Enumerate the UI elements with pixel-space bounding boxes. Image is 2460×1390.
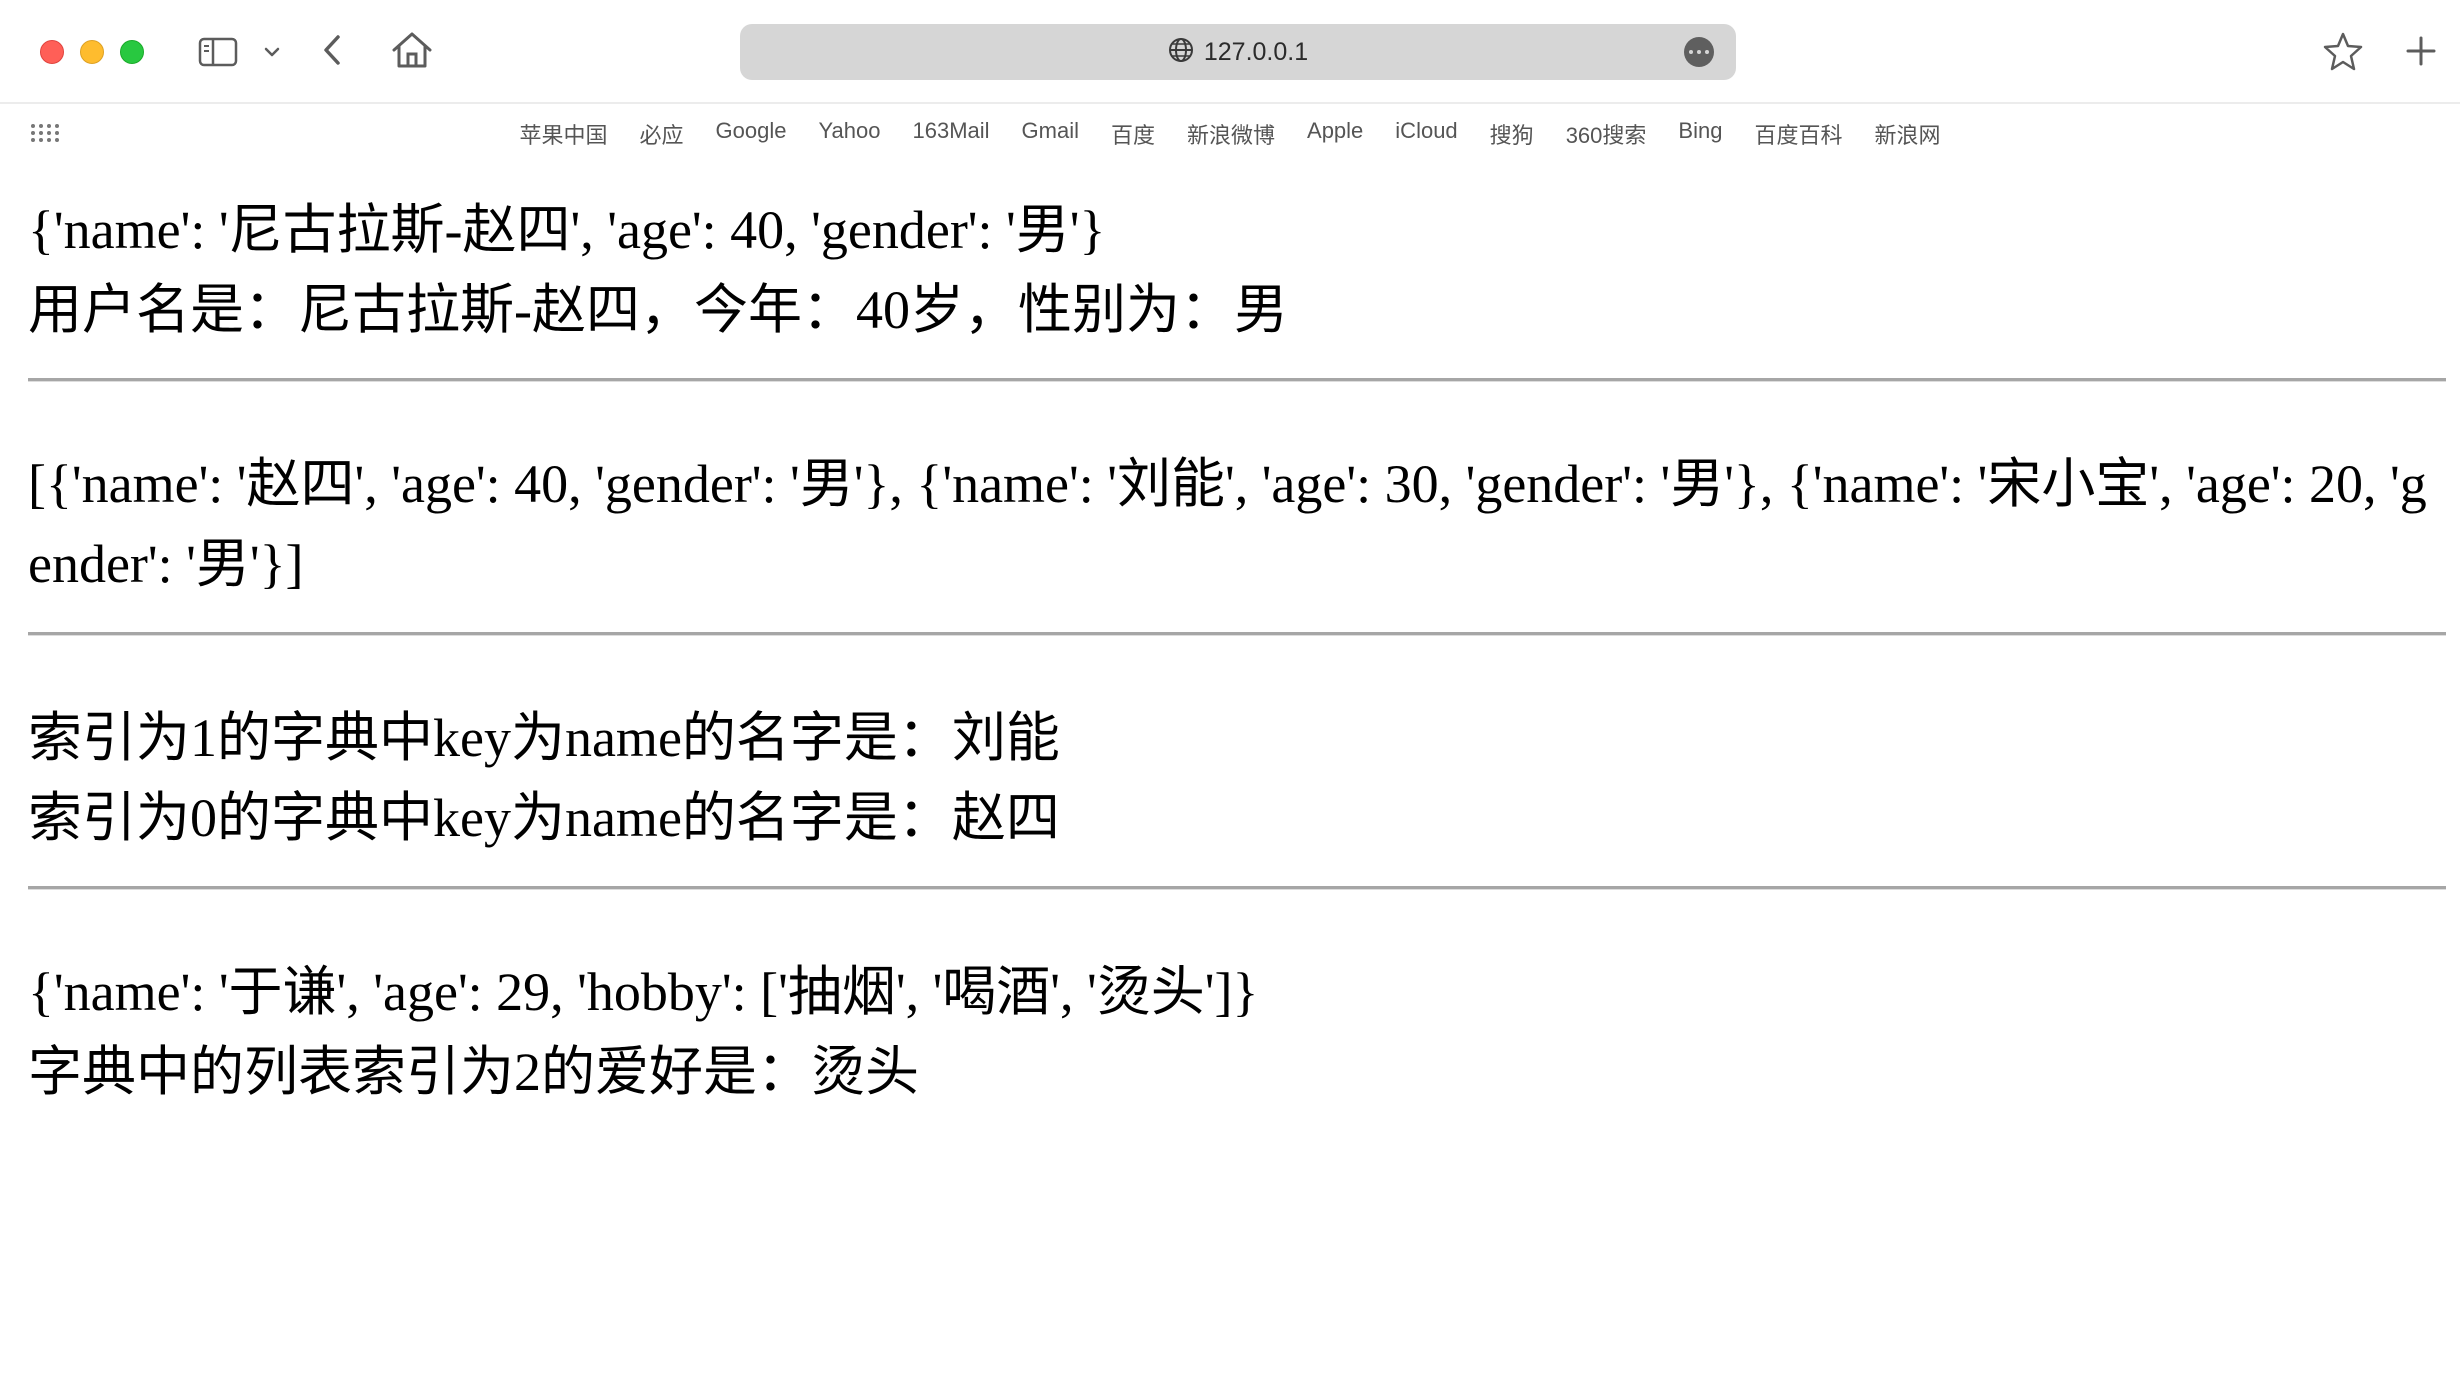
divider bbox=[28, 886, 2446, 890]
divider bbox=[28, 378, 2446, 382]
plus-icon[interactable] bbox=[2398, 28, 2444, 74]
globe-icon bbox=[1168, 37, 1194, 68]
star-icon[interactable] bbox=[2320, 28, 2366, 74]
zoom-window-button[interactable] bbox=[120, 40, 144, 64]
favorite-link[interactable]: 新浪微博 bbox=[1187, 118, 1275, 150]
address-bar[interactable]: 127.0.0.1 bbox=[740, 24, 1736, 80]
sidebar-icon[interactable] bbox=[196, 34, 240, 70]
favorite-link[interactable]: 搜狗 bbox=[1490, 118, 1534, 150]
favorite-link[interactable]: 百度 bbox=[1111, 118, 1155, 150]
browser-toolbar: 127.0.0.1 bbox=[0, 0, 2460, 104]
favorite-link[interactable]: 360搜索 bbox=[1566, 118, 1647, 150]
favorite-link[interactable]: 百度百科 bbox=[1754, 118, 1842, 150]
user-list-text: [{'name': '赵四', 'age': 40, 'gender': '男'… bbox=[28, 454, 2427, 594]
favorite-link[interactable]: 必应 bbox=[640, 118, 684, 150]
favorite-link[interactable]: Yahoo bbox=[819, 118, 881, 150]
favorites-list: 苹果中国 必应 Google Yahoo 163Mail Gmail 百度 新浪… bbox=[0, 118, 2460, 150]
divider bbox=[28, 632, 2446, 636]
page-content: {'name': '尼古拉斯-赵四', 'age': 40, 'gender':… bbox=[28, 190, 2446, 1112]
index-0-name-text: 索引为0的字典中key为name的名字是：赵四 bbox=[28, 788, 1060, 848]
home-icon[interactable] bbox=[388, 26, 436, 74]
favorite-link[interactable]: Apple bbox=[1307, 118, 1363, 150]
url-text: 127.0.0.1 bbox=[1203, 37, 1309, 66]
favorite-link[interactable]: Google bbox=[716, 118, 787, 150]
favorite-link[interactable]: 新浪网 bbox=[1874, 118, 1940, 150]
favorite-link[interactable]: Gmail bbox=[1022, 118, 1079, 150]
favorite-link[interactable]: iCloud bbox=[1395, 118, 1457, 150]
favorite-link[interactable]: 苹果中国 bbox=[520, 118, 608, 150]
hobby-dict-text: {'name': '于谦', 'age': 29, 'hobby': ['抽烟'… bbox=[28, 962, 1259, 1022]
minimize-window-button[interactable] bbox=[80, 40, 104, 64]
favorites-bar: 苹果中国 必应 Google Yahoo 163Mail Gmail 百度 新浪… bbox=[0, 104, 2460, 160]
index-1-name-text: 索引为1的字典中key为name的名字是：刘能 bbox=[28, 708, 1060, 768]
user-info-sentence: 用户名是：尼古拉斯-赵四，今年：40岁，性别为：男 bbox=[28, 280, 1288, 340]
chevron-down-icon[interactable] bbox=[258, 36, 286, 68]
close-window-button[interactable] bbox=[40, 40, 64, 64]
favorite-link[interactable]: 163Mail bbox=[912, 118, 989, 150]
hobby-sentence: 字典中的列表索引为2的爱好是：烫头 bbox=[28, 1042, 919, 1102]
favorite-link[interactable]: Bing bbox=[1678, 118, 1722, 150]
back-arrow-icon[interactable] bbox=[312, 30, 352, 70]
more-icon[interactable] bbox=[1684, 37, 1714, 67]
user-dict-text: {'name': '尼古拉斯-赵四', 'age': 40, 'gender':… bbox=[28, 200, 1106, 260]
